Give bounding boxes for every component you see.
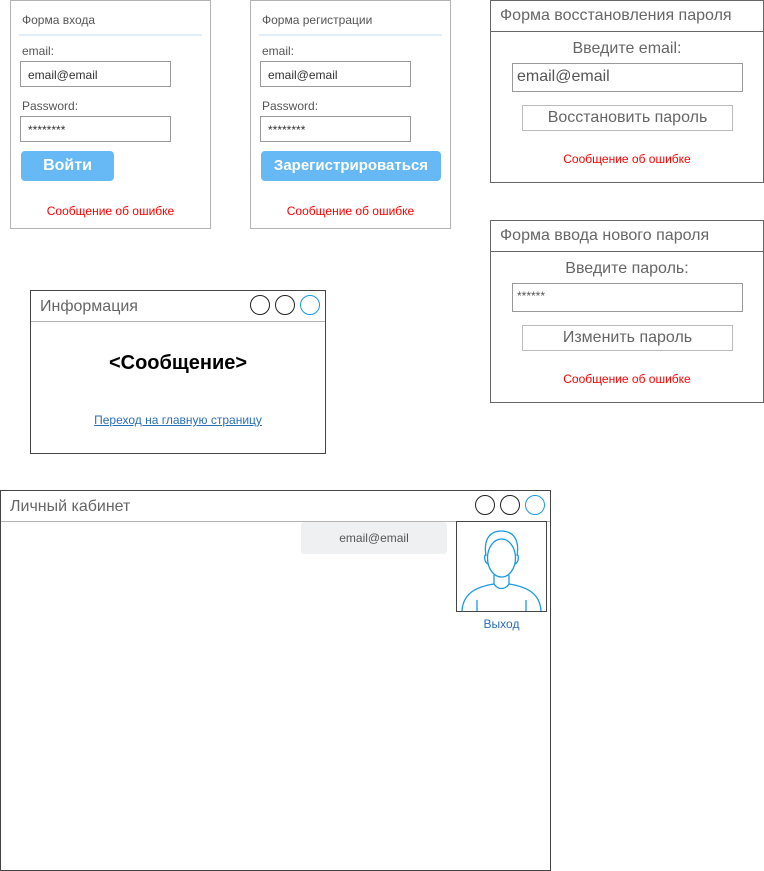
password-label: Password: [262,99,319,113]
recover-password-button[interactable]: Восстановить пароль [522,105,733,131]
email-field[interactable]: email@email [512,63,743,92]
info-window: Информация <Сообщение> Переход на главну… [30,290,326,454]
user-avatar-icon [461,530,542,612]
login-form-title: Форма входа [22,13,96,27]
password-field[interactable]: ******** [20,116,171,142]
window-title: Информация [40,298,138,315]
info-message: <Сообщение> [108,352,248,374]
register-form: Форма регистрации email: email@email Pas… [250,0,451,229]
login-form: Форма входа email: email@email Password:… [10,0,211,229]
error-message: Сообщение об ошибке [563,152,691,166]
password-field[interactable]: ******** [260,116,411,142]
error-message: Сообщение об ошибке [563,372,691,386]
email-label: email: [262,44,295,58]
title-divider [31,321,325,322]
email-field[interactable]: email@email [260,61,411,87]
close-circle-icon[interactable] [525,495,545,515]
maximize-circle-icon[interactable] [275,295,295,315]
logout-link[interactable]: Выход [456,617,547,631]
home-page-link[interactable]: Переход на главную страницу [94,413,262,427]
password-label: Password: [22,99,79,113]
new-password-form-title: Форма ввода нового пароля [500,227,710,244]
error-message: Сообщение об ошибке [46,204,175,218]
error-message: Сообщение об ошибке [286,204,415,218]
register-button[interactable]: Зарегистрироваться [261,151,441,181]
recover-password-form: Форма восстановления пароля Введите emai… [490,0,764,183]
avatar[interactable] [456,521,547,612]
new-password-form: Форма ввода нового пароля Введите пароль… [490,220,764,403]
email-label: email: [22,44,55,58]
recover-form-title: Форма восстановления пароля [500,7,732,24]
change-password-button[interactable]: Изменить пароль [522,325,733,351]
user-email-badge: email@email [301,522,447,554]
minimize-circle-icon[interactable] [250,295,270,315]
password-prompt: Введите пароль: [565,260,689,277]
password-field[interactable]: ****** [512,283,743,312]
window-title: Личный кабинет [10,498,131,515]
personal-cabinet-window: Личный кабинет email@email Выход [0,490,551,871]
email-field[interactable]: email@email [20,61,171,87]
title-divider [491,31,763,32]
title-divider [259,34,442,36]
login-button[interactable]: Войти [21,151,114,181]
minimize-circle-icon[interactable] [475,495,495,515]
title-divider [491,251,763,252]
maximize-circle-icon[interactable] [500,495,520,515]
title-divider [19,34,202,36]
close-circle-icon[interactable] [300,295,320,315]
register-form-title: Форма регистрации [262,13,373,27]
email-prompt: Введите email: [572,40,682,57]
